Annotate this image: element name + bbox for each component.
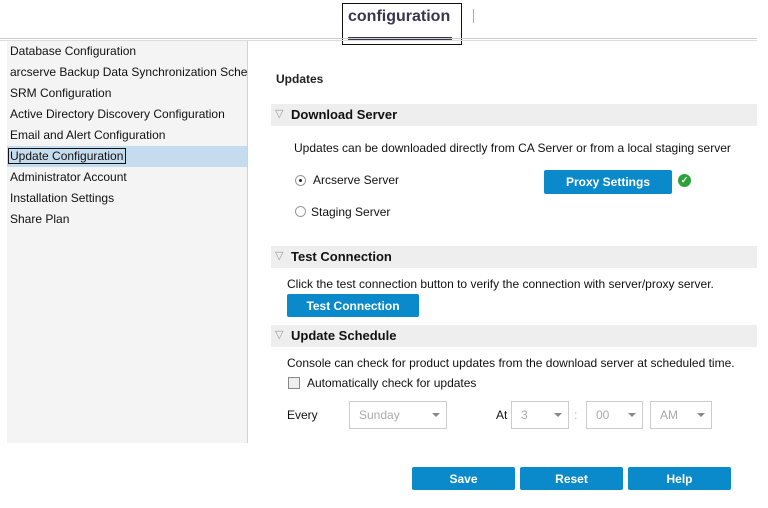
collapse-triangle-icon: ▽ (275, 329, 284, 341)
check-circle-icon: ✓ (678, 174, 691, 187)
sidebar-item-label: Share Plan (10, 212, 70, 226)
sidebar: Database Configuration arcserve Backup D… (7, 41, 248, 443)
sidebar-item-installation-settings[interactable]: Installation Settings (7, 188, 247, 209)
reset-button[interactable]: Reset (520, 467, 623, 490)
day-select-value: Sunday (359, 408, 400, 422)
test-connection-description: Click the test connection button to veri… (287, 277, 714, 291)
sidebar-item-email-alert[interactable]: Email and Alert Configuration (7, 125, 247, 146)
page-title: Updates (276, 72, 324, 86)
arcserve-server-label: Arcserve Server (313, 173, 400, 187)
main-panel: Updates ▽ Download Server Updates can be… (249, 41, 757, 443)
dropdown-arrow-icon (628, 413, 636, 417)
at-label: At (496, 408, 508, 422)
sidebar-item-label: Active Directory Discovery Configuration (10, 107, 225, 121)
save-button[interactable]: Save (412, 467, 515, 490)
help-button[interactable]: Help (628, 467, 731, 490)
auto-check-updates-label: Automatically check for updates (307, 376, 477, 390)
every-label: Every (287, 408, 318, 422)
sidebar-item-active-directory[interactable]: Active Directory Discovery Configuration (7, 104, 247, 125)
sidebar-item-label: SRM Configuration (10, 86, 112, 100)
collapse-triangle-icon: ▽ (275, 250, 284, 262)
minute-select[interactable]: 00 (586, 401, 643, 429)
sidebar-item-label: Email and Alert Configuration (10, 128, 166, 142)
test-connection-button[interactable]: Test Connection (287, 294, 419, 317)
hour-select-value: 3 (521, 408, 528, 422)
section-title: Update Schedule (291, 328, 397, 343)
collapse-triangle-icon: ▽ (275, 108, 284, 120)
section-title: Download Server (291, 107, 398, 122)
section-title: Test Connection (291, 249, 392, 264)
section-update-schedule-header[interactable]: ▽ Update Schedule (271, 325, 757, 347)
update-schedule-description: Console can check for product updates fr… (287, 356, 735, 370)
sidebar-item-label: Installation Settings (10, 191, 115, 205)
ampm-select-value: AM (660, 408, 678, 422)
hour-select[interactable]: 3 (511, 401, 569, 429)
sidebar-item-database-configuration[interactable]: Database Configuration (7, 41, 247, 62)
dropdown-arrow-icon (432, 413, 440, 417)
auto-check-updates-checkbox[interactable] (288, 377, 300, 389)
header-divider (0, 38, 757, 39)
sidebar-item-share-plan[interactable]: Share Plan (7, 209, 247, 230)
day-select[interactable]: Sunday (349, 401, 447, 429)
sidebar-item-label: Administrator Account (10, 170, 127, 184)
section-download-server-header[interactable]: ▽ Download Server (271, 104, 757, 126)
tab-configuration-label: configuration (348, 8, 451, 25)
sidebar-item-srm-configuration[interactable]: SRM Configuration (7, 83, 247, 104)
sidebar-item-label: Update Configuration (8, 148, 127, 164)
section-test-connection-header[interactable]: ▽ Test Connection (271, 246, 757, 268)
staging-server-label: Staging Server (311, 205, 391, 219)
proxy-settings-button[interactable]: Proxy Settings (544, 170, 672, 194)
dropdown-arrow-icon (554, 413, 562, 417)
sidebar-item-label: arcserve Backup Data Synchronization Sch… (10, 65, 247, 79)
staging-server-radio[interactable] (295, 206, 306, 217)
download-server-description: Updates can be downloaded directly from … (294, 141, 731, 155)
sidebar-item-label: Database Configuration (10, 44, 137, 58)
sidebar-item-backup-data-sync[interactable]: arcserve Backup Data Synchronization Sch… (7, 62, 247, 83)
sidebar-item-update-configuration[interactable]: Update Configuration (7, 146, 247, 167)
ampm-select[interactable]: AM (650, 401, 712, 429)
time-separator: : (574, 408, 578, 422)
minute-select-value: 00 (596, 408, 610, 422)
tab-separator (473, 9, 474, 23)
arcserve-server-radio[interactable] (295, 175, 306, 186)
sidebar-item-administrator-account[interactable]: Administrator Account (7, 167, 247, 188)
dropdown-arrow-icon (697, 413, 705, 417)
